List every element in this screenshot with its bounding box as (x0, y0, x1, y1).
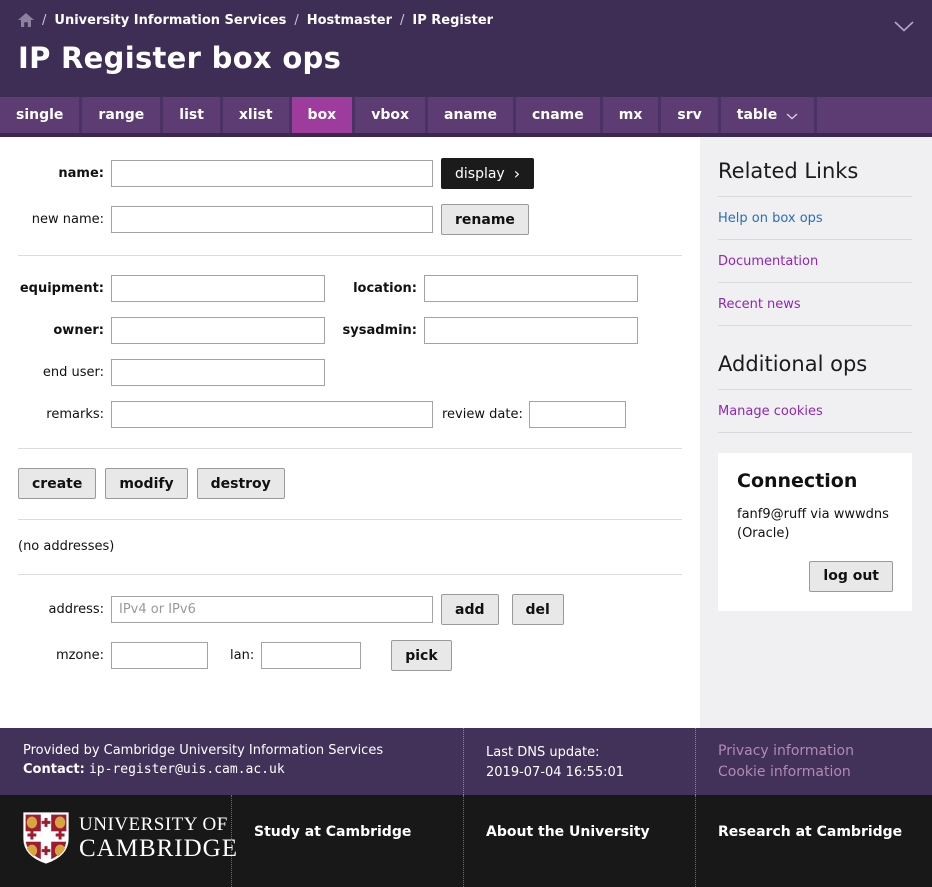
tab-table[interactable]: table (721, 97, 817, 133)
info-footer: Provided by Cambridge University Informa… (0, 728, 932, 795)
footer-policy-links: Privacy information Cookie information (695, 728, 932, 795)
breadcrumb-separator: / (42, 13, 46, 28)
home-icon[interactable] (18, 13, 34, 27)
connection-card: Connection fanf9@ruff via wwwdns (Oracle… (718, 453, 912, 611)
sidebar-link-documentation[interactable]: Documentation (718, 240, 912, 282)
dns-update-time: 2019-07-04 16:55:01 (486, 763, 695, 783)
chevron-down-icon[interactable] (894, 17, 914, 36)
sysadmin-label: sysadmin: (333, 323, 417, 338)
university-footer: UNIVERSITY OF CAMBRIDGE Study at Cambrid… (0, 795, 932, 887)
box-ops-form: name: display › new name: rename equipme… (0, 137, 700, 728)
rename-button[interactable]: rename (441, 204, 529, 235)
about-the-university-link[interactable]: About the University (486, 824, 650, 840)
equipment-label: equipment: (18, 281, 104, 296)
log-out-button[interactable]: log out (809, 561, 893, 592)
mzone-label: mzone: (18, 648, 104, 663)
address-input[interactable] (111, 596, 433, 623)
tab-srv[interactable]: srv (661, 97, 720, 133)
tab-table-label: table (737, 97, 777, 133)
cookie-information-link[interactable]: Cookie information (718, 762, 932, 783)
chevron-down-icon (786, 113, 798, 120)
footer-dns-update: Last DNS update: 2019-07-04 16:55:01 (463, 728, 695, 795)
privacy-information-link[interactable]: Privacy information (718, 741, 932, 762)
sidebar-link-manage-cookies[interactable]: Manage cookies (718, 390, 912, 432)
page: / University Information Services / Host… (0, 0, 932, 887)
tab-mx[interactable]: mx (603, 97, 662, 133)
tab-aname[interactable]: aname (428, 97, 516, 133)
add-button[interactable]: add (441, 594, 499, 625)
related-links-heading: Related Links (718, 137, 912, 196)
dns-update-label: Last DNS update: (486, 743, 695, 763)
lan-input[interactable] (261, 642, 361, 669)
breadcrumb-item-hostmaster[interactable]: Hostmaster (307, 13, 392, 28)
tab-cname[interactable]: cname (516, 97, 603, 133)
site-header: / University Information Services / Host… (0, 0, 932, 97)
action-buttons: create modify destroy (18, 468, 682, 499)
breadcrumb-item-uis[interactable]: University Information Services (54, 13, 286, 28)
divider (18, 255, 682, 256)
lan-label: lan: (230, 648, 254, 663)
sysadmin-input[interactable] (424, 317, 638, 344)
review-date-label: review date: (442, 407, 523, 422)
create-button[interactable]: create (18, 468, 96, 499)
divider (18, 574, 682, 575)
contact-email-link[interactable]: ip-register@uis.cam.ac.uk (89, 762, 285, 777)
tab-xlist[interactable]: xlist (223, 97, 292, 133)
display-button[interactable]: display › (441, 158, 534, 189)
name-label: name: (18, 166, 104, 181)
logo-line2: CAMBRIDGE (79, 836, 238, 862)
divider (18, 448, 682, 449)
contact-label: Contact: (23, 762, 85, 777)
modify-button[interactable]: modify (105, 468, 187, 499)
study-at-cambridge-link[interactable]: Study at Cambridge (254, 824, 411, 840)
connection-detail: fanf9@ruff via wwwdns (Oracle) (737, 506, 907, 544)
del-button[interactable]: del (512, 594, 564, 625)
chevron-right-icon: › (514, 166, 520, 182)
breadcrumb: / University Information Services / Host… (18, 13, 914, 28)
destroy-button[interactable]: destroy (197, 468, 285, 499)
review-date-input[interactable] (529, 401, 626, 428)
owner-input[interactable] (111, 317, 325, 344)
cambridge-logo-text: UNIVERSITY OF CAMBRIDGE (79, 815, 238, 862)
tab-box[interactable]: box (292, 97, 356, 133)
tab-list[interactable]: list (163, 97, 223, 133)
additional-ops-heading: Additional ops (718, 326, 912, 389)
sidebar-link-recent-news[interactable]: Recent news (718, 283, 912, 325)
main: name: display › new name: rename equipme… (0, 137, 932, 728)
provided-by-text: Provided by Cambridge University Informa… (23, 743, 463, 758)
nav-tabs: single range list xlist box vbox aname c… (0, 97, 932, 137)
remarks-input[interactable] (111, 401, 433, 428)
display-button-label: display (455, 166, 505, 182)
location-label: location: (333, 281, 417, 296)
end-user-label: end user: (18, 365, 104, 380)
page-title: IP Register box ops (18, 41, 914, 75)
new-name-label: new name: (18, 212, 104, 227)
footer-provided-by: Provided by Cambridge University Informa… (0, 728, 463, 795)
divider (18, 519, 682, 520)
address-label: address: (18, 602, 104, 617)
owner-label: owner: (18, 323, 104, 338)
cambridge-shield-icon (23, 812, 69, 868)
new-name-input[interactable] (111, 206, 433, 233)
name-input[interactable] (111, 160, 433, 187)
tab-range[interactable]: range (82, 97, 163, 133)
cambridge-logo[interactable]: UNIVERSITY OF CAMBRIDGE (0, 795, 231, 887)
breadcrumb-separator: / (400, 13, 404, 28)
location-input[interactable] (424, 275, 638, 302)
mzone-input[interactable] (111, 642, 208, 669)
no-addresses-text: (no addresses) (18, 539, 682, 554)
breadcrumb-separator: / (294, 13, 298, 28)
connection-heading: Connection (737, 470, 893, 492)
equipment-input[interactable] (111, 275, 325, 302)
end-user-input[interactable] (111, 359, 325, 386)
logo-line1: UNIVERSITY OF (79, 815, 238, 836)
sidebar: Related Links Help on box ops Documentat… (700, 137, 932, 728)
sidebar-link-help-on-box-ops[interactable]: Help on box ops (718, 197, 912, 239)
pick-button[interactable]: pick (391, 640, 451, 671)
breadcrumb-item-ip-register[interactable]: IP Register (412, 13, 493, 28)
remarks-label: remarks: (18, 407, 104, 422)
tab-single[interactable]: single (0, 97, 82, 133)
tab-vbox[interactable]: vbox (355, 97, 428, 133)
research-at-cambridge-link[interactable]: Research at Cambridge (718, 824, 902, 840)
